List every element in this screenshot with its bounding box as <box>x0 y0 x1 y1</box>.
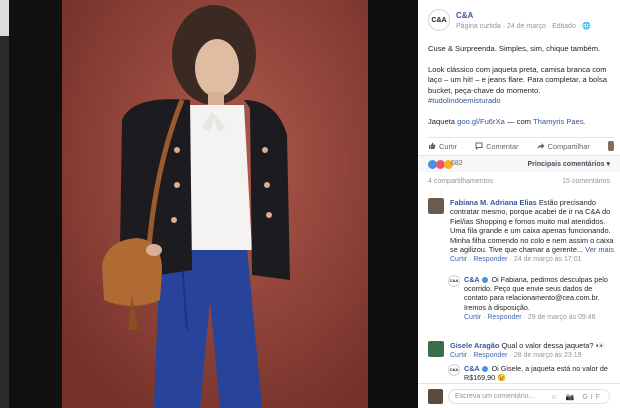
comment-date[interactable]: 24 de março às 17:01 <box>514 256 582 263</box>
fashion-photo-image <box>62 0 368 408</box>
post-actions: Curtir Comentar Compartilhar <box>428 137 614 151</box>
post-body: Look clássico com jaqueta preta, camisa … <box>428 65 614 107</box>
reply-item: C&A C&A Oi Fabiana, pedimos desculpas pe… <box>448 275 616 322</box>
commenter-avatar[interactable] <box>428 198 444 214</box>
reply-body: C&A Oi Gisele, a jaqueta está no valor d… <box>464 364 616 382</box>
like-button[interactable]: Curtir <box>428 142 457 151</box>
comment-like-link[interactable]: Curtir <box>450 256 467 263</box>
reply-author[interactable]: C&A <box>464 275 480 284</box>
post-hashtag[interactable]: #tudolindoemisturado <box>428 96 501 105</box>
page-avatar[interactable]: C&A <box>428 9 450 31</box>
post-header: C&A C&A Página curtida · 24 de março · E… <box>428 9 614 35</box>
post-meta: Página curtida · 24 de março · Editado ·… <box>456 23 591 30</box>
post-text: Cuse & Surpreenda. Simples, sim, chique … <box>428 44 614 137</box>
reply-footer: Curtir · Responder · 29 de março às 09:4… <box>464 313 596 321</box>
post-link-line: Jaqueta goo.gl/Fu6rXa — com Thamyris Pae… <box>428 117 614 128</box>
like-label: Curtir <box>439 141 458 151</box>
comment-input[interactable]: Escreva um comentário... ☺ 📷 GIF <box>448 389 610 404</box>
reactions-bar: 682 Principais comentários ▾ <box>418 155 620 172</box>
verified-badge-icon <box>481 277 488 284</box>
comment-author[interactable]: Gisele Aragão <box>450 341 499 350</box>
composer-tools-icons[interactable]: ☺ 📷 GIF <box>551 393 603 401</box>
reply-author[interactable]: C&A <box>464 364 480 373</box>
post-as-avatar[interactable] <box>607 141 614 151</box>
comment-label: Comentar <box>486 141 519 151</box>
comment-footer: Curtir · Responder · 24 de março às 17:0… <box>450 256 582 264</box>
background-window-edge <box>0 0 9 408</box>
comment-date[interactable]: 28 de março às 23:19 <box>514 352 582 359</box>
verified-badge-icon <box>481 366 488 373</box>
with-text: — com <box>504 116 533 126</box>
comment-placeholder: Escreva um comentário... <box>455 393 535 400</box>
viewer-backdrop-left <box>0 0 62 408</box>
current-user-avatar[interactable] <box>428 389 443 404</box>
post-headline: Cuse & Surpreenda. Simples, sim, chique … <box>428 44 601 53</box>
background-window-edge-top <box>0 0 9 36</box>
page-name-link[interactable]: C&A <box>456 11 473 20</box>
comment-like-link[interactable]: Curtir <box>450 352 467 359</box>
reply-body: C&A Oi Fabiana, pedimos desculpas pelo o… <box>464 275 616 322</box>
reply-date[interactable]: 29 de março às 09:46 <box>528 314 596 321</box>
comment-item: Fabiana M. Adriana Elias Estão precisand… <box>428 198 616 265</box>
reply-like-link[interactable]: Curtir <box>464 314 481 321</box>
reply-reply-link[interactable]: Responder <box>487 314 521 321</box>
tagged-person-link[interactable]: Thamyris Paes. <box>533 117 586 126</box>
comment-button[interactable]: Comentar <box>475 141 519 151</box>
comment-reply-link[interactable]: Responder <box>473 352 507 359</box>
comment-reply-link[interactable]: Responder <box>473 256 507 263</box>
comment-composer: Escreva um comentário... ☺ 📷 GIF <box>418 383 620 408</box>
thumbs-up-icon <box>429 142 436 149</box>
link-prefix: Jaqueta <box>428 116 458 126</box>
comment-sort-dropdown[interactable]: Principais comentários ▾ <box>528 160 611 168</box>
comment-body: Gisele Aragão Qual o valor dessa jaqueta… <box>450 341 616 361</box>
reaction-icons[interactable] <box>428 160 453 169</box>
share-button[interactable]: Compartilhar <box>537 142 590 151</box>
comment-author[interactable]: Fabiana M. Adriana Elias <box>450 198 537 207</box>
page-reply-avatar[interactable]: C&A <box>448 275 460 287</box>
share-label: Compartilhar <box>547 141 590 151</box>
commenter-avatar[interactable] <box>428 341 444 357</box>
reaction-count[interactable]: 682 <box>451 160 463 167</box>
comment-item: Gisele Aragão Qual o valor dessa jaqueta… <box>428 341 616 361</box>
photo-viewer: C&A C&A Página curtida · 24 de março · E… <box>0 0 620 408</box>
viewer-backdrop-right <box>368 0 418 408</box>
post-body-text: Look clássico com jaqueta preta, camisa … <box>428 64 607 95</box>
page-reply-avatar[interactable]: C&A <box>448 364 460 376</box>
share-icon <box>537 143 545 149</box>
comment-text: Qual o valor dessa jaqueta? 👀 <box>499 341 605 350</box>
comment-footer: Curtir · Responder · 28 de março às 23:1… <box>450 352 582 360</box>
post-stats: 4 compartilhamentos 15 comentários <box>418 178 620 190</box>
post-photo[interactable] <box>62 0 368 408</box>
post-details-panel: C&A C&A Página curtida · 24 de março · E… <box>418 0 620 408</box>
reply-item: C&A C&A Oi Gisele, a jaqueta está no val… <box>448 364 616 382</box>
product-link[interactable]: goo.gl/Fu6rXa <box>457 117 505 126</box>
comments-count[interactable]: 15 comentários <box>562 178 610 185</box>
comment-icon <box>475 142 483 150</box>
see-more-link[interactable]: Ver mais <box>585 245 614 254</box>
comment-body: Fabiana M. Adriana Elias Estão precisand… <box>450 198 616 265</box>
shares-count[interactable]: 4 compartilhamentos <box>428 178 493 185</box>
